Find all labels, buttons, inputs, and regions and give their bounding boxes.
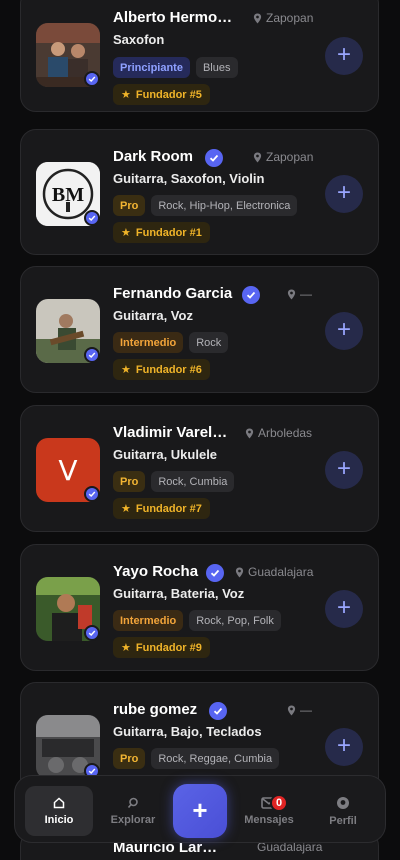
instruments: Guitarra, Saxofon, Violin <box>113 171 265 186</box>
unread-badge: 0 <box>270 794 288 812</box>
plus-icon: + <box>192 795 208 825</box>
level-badge: Pro <box>113 195 146 216</box>
tags: Intermedio Rock <box>113 332 229 353</box>
add-button[interactable]: + <box>325 37 363 75</box>
genre-badge: Rock <box>189 332 229 353</box>
tags: Principiante Blues <box>113 57 238 78</box>
location-pin-icon <box>287 289 296 299</box>
home-icon <box>53 796 65 808</box>
instruments: Guitarra, Bateria, Voz <box>113 586 245 601</box>
nav-label: Mensajes <box>244 813 294 826</box>
verified-icon <box>84 625 100 641</box>
location-pin-icon <box>253 13 262 23</box>
musician-name: Alberto Hermo… <box>113 9 233 26</box>
location: Guadalajara <box>235 565 313 579</box>
founder-badge: ★ Fundador #5 <box>113 84 210 105</box>
founder-badge: ★ Fundador #6 <box>113 359 210 380</box>
star-icon: ★ <box>121 227 131 239</box>
add-button[interactable]: + <box>325 451 363 489</box>
genre-badge: Rock, Cumbia <box>151 471 235 492</box>
musician-name: Dark Room <box>113 148 194 165</box>
star-icon: ★ <box>121 364 131 376</box>
verified-badge-icon <box>209 702 227 720</box>
tags: Pro Rock, Cumbia <box>113 471 235 492</box>
instruments: Guitarra, Bajo, Teclados <box>113 724 262 739</box>
star-icon: ★ <box>121 503 131 515</box>
star-icon: ★ <box>121 642 131 654</box>
avatar-initial: V <box>58 453 78 487</box>
tags: Intermedio Rock, Pop, Folk <box>113 610 281 631</box>
level-badge: Principiante <box>113 57 190 78</box>
level-badge: Pro <box>113 748 146 769</box>
search-icon <box>127 797 138 808</box>
level-badge: Intermedio <box>113 332 184 353</box>
genre-badge: Rock, Pop, Folk <box>189 610 281 631</box>
instruments: Saxofon <box>113 32 165 47</box>
verified-badge-icon <box>206 564 224 582</box>
musician-card[interactable]: Alberto Hermo… Zapopan Saxofon Principia… <box>20 0 379 112</box>
nav-label: Explorar <box>110 813 156 826</box>
genre-badge: Rock, Hip-Hop, Electronica <box>151 195 298 216</box>
location-pin-icon <box>287 705 296 715</box>
verified-badge-icon <box>242 286 260 304</box>
star-icon: ★ <box>121 89 131 101</box>
musician-name: Vladimir Varel… <box>113 424 228 441</box>
add-button[interactable]: + <box>325 728 363 766</box>
nav-label: Inicio <box>44 813 74 826</box>
verified-icon <box>84 210 100 226</box>
location-pin-icon <box>235 567 244 577</box>
nav-explore[interactable]: Explorar <box>99 786 167 836</box>
musician-card[interactable]: V Vladimir Varel… Arboledas Guitarra, Uk… <box>20 405 379 532</box>
tags: Pro Rock, Hip-Hop, Electronica <box>113 195 298 216</box>
musician-name: Yayo Rocha <box>113 563 199 580</box>
bottom-nav: Inicio Explorar + Mensajes 0 Perfil <box>14 775 386 843</box>
profile-icon <box>337 796 349 809</box>
location: Zapopan <box>253 150 313 164</box>
create-button[interactable]: + <box>173 784 227 838</box>
plus-icon: + <box>336 41 351 68</box>
musician-card[interactable]: Yayo Rocha Guadalajara Guitarra, Bateria… <box>20 544 379 671</box>
verified-badge-icon <box>205 149 223 167</box>
founder-badge: ★ Fundador #9 <box>113 637 210 658</box>
nav-messages[interactable]: Mensajes 0 <box>235 786 303 836</box>
location: — <box>287 703 312 717</box>
musician-card[interactable]: Fernando Garcia — Guitarra, Voz Intermed… <box>20 266 379 393</box>
musician-name: Fernando Garcia <box>113 285 233 302</box>
genre-badge: Rock, Reggae, Cumbia <box>151 748 280 769</box>
plus-icon: + <box>336 732 351 759</box>
nav-profile[interactable]: Perfil <box>309 786 377 836</box>
verified-icon <box>84 486 100 502</box>
location: — <box>287 287 312 301</box>
instruments: Guitarra, Voz <box>113 308 193 323</box>
nav-label: Perfil <box>329 814 357 827</box>
musician-name: rube gomez <box>113 701 198 718</box>
location: Zapopan <box>253 11 313 25</box>
tags: Pro Rock, Reggae, Cumbia <box>113 748 280 769</box>
add-button[interactable]: + <box>325 590 363 628</box>
add-button[interactable]: + <box>325 312 363 350</box>
level-badge: Intermedio <box>113 610 184 631</box>
add-button[interactable]: + <box>325 175 363 213</box>
location-pin-icon <box>253 152 262 162</box>
location: Arboledas <box>245 426 312 440</box>
nav-home[interactable]: Inicio <box>25 786 93 836</box>
location-pin-icon <box>245 428 254 438</box>
plus-icon: + <box>336 316 351 343</box>
musician-card[interactable]: BM Dark Room Zapopan Guitarra, Saxofon, … <box>20 129 379 255</box>
instruments: Guitarra, Ukulele <box>113 447 218 462</box>
founder-badge: ★ Fundador #7 <box>113 498 210 519</box>
plus-icon: + <box>336 594 351 621</box>
verified-icon <box>84 71 100 87</box>
founder-badge: ★ Fundador #1 <box>113 222 210 243</box>
level-badge: Pro <box>113 471 146 492</box>
verified-icon <box>84 347 100 363</box>
genre-badge: Blues <box>195 57 238 78</box>
plus-icon: + <box>336 179 351 206</box>
plus-icon: + <box>336 455 351 482</box>
